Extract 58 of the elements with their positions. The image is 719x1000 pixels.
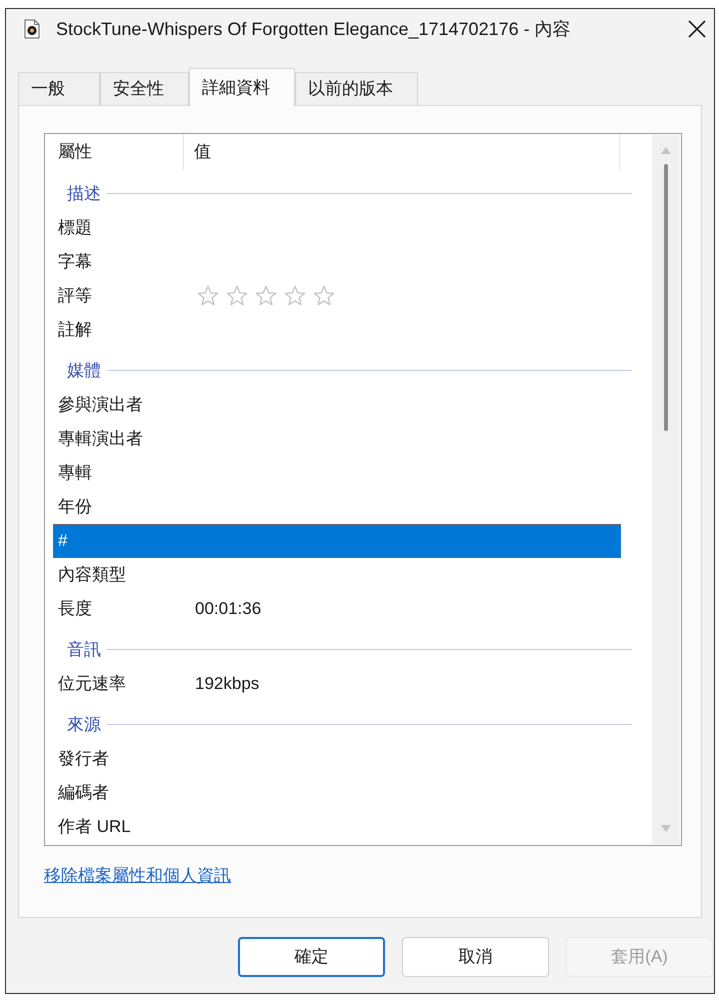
audio-file-icon — [24, 19, 40, 39]
property-row[interactable]: # — [53, 524, 621, 558]
property-name: # — [58, 531, 68, 550]
property-name: 評等 — [58, 286, 92, 305]
scrollbar[interactable] — [652, 135, 680, 844]
group-header: 描述 — [66, 182, 101, 205]
property-row[interactable]: 年份 — [53, 490, 621, 524]
tab[interactable]: 以前的版本 — [295, 72, 418, 105]
property-row[interactable]: 參與演出者 — [53, 388, 621, 422]
group-header: 來源 — [66, 714, 101, 736]
star-icon — [197, 285, 219, 307]
property-value: 192kbps — [195, 673, 260, 696]
property-row[interactable]: 長度 00:01:36 — [53, 592, 621, 626]
property-row[interactable]: 標題 — [53, 211, 621, 245]
property-name: 專輯 — [58, 463, 92, 482]
window-title: StockTune-Whispers Of Forgotten Elegance_1714702176 - 內容 — [56, 18, 571, 41]
property-name: 位元速率 — [58, 674, 126, 693]
column-header[interactable]: 屬性 — [45, 134, 184, 170]
dialog-button[interactable]: 確定 — [238, 937, 385, 977]
tab[interactable]: 一般 — [18, 72, 100, 105]
property-name: 標題 — [58, 218, 92, 237]
property-row[interactable]: 內容類型 — [53, 558, 621, 592]
property-name: 編碼者 — [58, 783, 109, 802]
remove-properties-link[interactable]: 移除檔案屬性和個人資訊 — [44, 863, 231, 888]
property-name: 字幕 — [58, 252, 92, 271]
property-row[interactable]: 位元速率 192kbps — [53, 667, 621, 701]
scroll-down-icon[interactable] — [661, 825, 671, 832]
star-icon — [313, 285, 335, 307]
property-row[interactable]: 專輯 — [53, 456, 621, 490]
column-header[interactable]: 值 — [184, 134, 620, 170]
property-name: 專輯演出者 — [58, 429, 143, 448]
property-row[interactable]: 編碼者 — [53, 776, 621, 810]
property-row[interactable]: 專輯演出者 — [53, 422, 621, 456]
scroll-up-icon[interactable] — [661, 147, 671, 154]
scrollbar-thumb[interactable] — [664, 164, 668, 431]
property-row[interactable]: 作者 URL — [53, 810, 621, 844]
property-row[interactable]: 字幕 — [53, 245, 621, 279]
tab[interactable]: 詳細資料 — [189, 68, 295, 106]
star-rating[interactable] — [197, 285, 335, 307]
tab[interactable]: 安全性 — [100, 72, 189, 105]
star-icon — [226, 285, 248, 307]
property-row[interactable]: 註解 — [53, 313, 621, 347]
property-value: 00:01:36 — [195, 598, 262, 620]
property-name: 內容類型 — [58, 565, 126, 584]
close-icon[interactable] — [688, 20, 706, 38]
property-name: 發行者 — [58, 749, 109, 768]
property-name: 年份 — [58, 497, 92, 516]
dialog-button[interactable]: 取消 — [402, 937, 549, 977]
star-icon — [284, 285, 306, 307]
property-name: 註解 — [58, 320, 92, 339]
star-icon — [255, 285, 277, 307]
group-header: 音訊 — [66, 638, 101, 661]
property-name: 長度 — [58, 599, 92, 618]
group-header: 媒體 — [66, 360, 101, 382]
property-name: 參與演出者 — [58, 395, 143, 414]
property-row[interactable]: 評等 — [53, 279, 621, 313]
property-name: 作者 URL — [58, 817, 131, 836]
property-row[interactable]: 發行者 — [53, 742, 621, 776]
